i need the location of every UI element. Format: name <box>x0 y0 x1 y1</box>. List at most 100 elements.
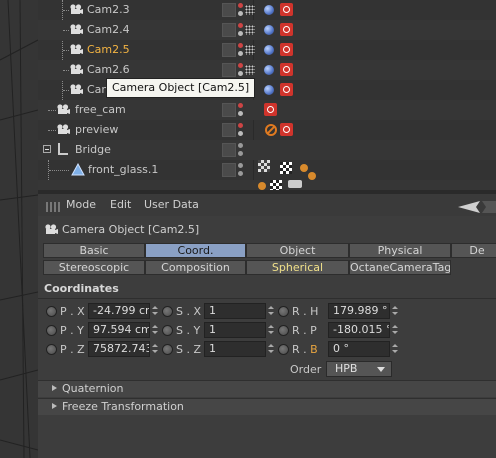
render-visibility-dot[interactable] <box>238 71 243 76</box>
material-tag-icon[interactable] <box>308 172 316 180</box>
enabled-icon[interactable] <box>245 65 255 75</box>
layer-box[interactable] <box>222 103 236 117</box>
phong-tag-icon[interactable] <box>264 5 274 15</box>
object-row[interactable] <box>38 180 496 190</box>
object-row[interactable]: Cam2.3 <box>38 0 496 20</box>
layer-box[interactable] <box>222 63 236 77</box>
menu-user-data[interactable]: User Data <box>144 198 199 211</box>
animate-radio[interactable] <box>46 306 57 317</box>
animate-radio[interactable] <box>46 344 57 355</box>
octane-camera-tag-icon[interactable] <box>280 43 293 56</box>
material-tag-icon[interactable] <box>258 160 270 172</box>
octane-camera-tag-icon[interactable] <box>264 103 277 116</box>
layer-box[interactable] <box>222 3 236 17</box>
pos-z-field[interactable]: 75872.743 <box>88 341 150 357</box>
editor-visibility-dot[interactable] <box>238 3 243 8</box>
animate-radio[interactable] <box>162 306 173 317</box>
editor-visibility-dot[interactable] <box>238 163 243 168</box>
object-row[interactable]: Cam2.4 <box>38 20 496 40</box>
enabled-icon[interactable] <box>245 25 255 35</box>
animate-radio[interactable] <box>162 325 173 336</box>
editor-visibility-dot[interactable] <box>238 43 243 48</box>
render-visibility-dot[interactable] <box>238 31 243 36</box>
octane-camera-tag-icon[interactable] <box>280 3 293 16</box>
layer-box[interactable] <box>222 143 236 157</box>
animate-radio[interactable] <box>46 325 57 336</box>
scale-z-stepper[interactable] <box>267 341 275 357</box>
object-row[interactable]: front_glass.1 <box>38 160 496 180</box>
phong-tag-icon[interactable] <box>264 25 274 35</box>
object-row[interactable]: Bridge <box>38 140 496 160</box>
back-arrow-icon[interactable] <box>458 200 496 214</box>
layer-box[interactable] <box>222 43 236 57</box>
render-visibility-dot[interactable] <box>238 51 243 56</box>
menu-mode[interactable]: Mode <box>66 198 96 211</box>
editor-visibility-dot[interactable] <box>238 23 243 28</box>
phong-tag-icon[interactable] <box>264 85 274 95</box>
editor-visibility-dot[interactable] <box>238 103 243 108</box>
object-row[interactable]: free_cam <box>38 100 496 120</box>
editor-visibility-dot[interactable] <box>238 143 243 148</box>
scale-z-field[interactable]: 1 <box>204 341 266 357</box>
rot-b-field[interactable]: 0 ° <box>328 341 390 357</box>
editor-visibility-dot[interactable] <box>238 63 243 68</box>
editor-visibility-dot[interactable] <box>238 123 243 128</box>
tab-octane-camera-tag[interactable]: OctaneCameraTag <box>349 260 451 275</box>
animate-radio[interactable] <box>278 344 289 355</box>
render-visibility-dot[interactable] <box>238 131 243 136</box>
tab-composition[interactable]: Composition <box>145 260 246 275</box>
layer-box[interactable] <box>222 23 236 37</box>
scale-x-field[interactable]: 1 <box>204 303 266 319</box>
rot-h-field[interactable]: 179.989 ° <box>328 303 390 319</box>
render-visibility-dot[interactable] <box>238 151 243 156</box>
octane-camera-tag-icon[interactable] <box>280 23 293 36</box>
animate-radio[interactable] <box>278 306 289 317</box>
rot-b-stepper[interactable] <box>391 341 399 357</box>
tab-stereoscopic[interactable]: Stereoscopic <box>43 260 145 275</box>
octane-camera-tag-icon[interactable] <box>280 123 293 136</box>
octane-camera-tag-icon[interactable] <box>280 63 293 76</box>
tab-spherical[interactable]: Spherical <box>246 260 349 275</box>
object-row[interactable]: Cam2.6 <box>38 60 496 80</box>
pos-y-field[interactable]: 97.594 cm <box>88 322 150 338</box>
animate-radio[interactable] <box>278 325 289 336</box>
scale-x-stepper[interactable] <box>267 303 275 319</box>
rot-p-field[interactable]: -180.015 ° <box>328 322 390 338</box>
order-select[interactable]: HPB <box>326 361 392 377</box>
rot-p-stepper[interactable] <box>391 322 399 338</box>
layer-box[interactable] <box>222 123 236 137</box>
pos-x-field[interactable]: -24.799 cr <box>88 303 150 319</box>
pos-z-stepper[interactable] <box>151 341 159 357</box>
menu-edit[interactable]: Edit <box>110 198 131 211</box>
scale-y-field[interactable]: 1 <box>204 322 266 338</box>
phong-tag-icon[interactable] <box>264 45 274 55</box>
tab-coord[interactable]: Coord. <box>145 243 246 258</box>
quaternion-section[interactable]: Quaternion <box>38 380 496 397</box>
octane-camera-tag-icon[interactable] <box>280 83 293 96</box>
phong-tag-icon[interactable] <box>264 65 274 75</box>
object-row-selected[interactable]: Cam2.5 <box>38 40 496 60</box>
enabled-icon[interactable] <box>245 45 255 55</box>
attribute-manager[interactable]: Mode Edit User Data Camera Object [Cam2.… <box>38 190 496 458</box>
render-visibility-dot[interactable] <box>238 171 243 176</box>
pos-y-stepper[interactable] <box>151 322 159 338</box>
layer-box[interactable] <box>222 163 236 177</box>
tab-basic[interactable]: Basic <box>43 243 145 258</box>
scale-y-stepper[interactable] <box>267 322 275 338</box>
tab-physical[interactable]: Physical <box>349 243 451 258</box>
collapse-toggle[interactable] <box>43 145 51 153</box>
pos-x-stepper[interactable] <box>151 303 159 319</box>
tab-details[interactable]: De <box>451 243 496 258</box>
material-tag-icon[interactable] <box>280 162 292 174</box>
protection-tag-icon[interactable] <box>265 124 277 136</box>
render-visibility-dot[interactable] <box>238 111 243 116</box>
animate-radio[interactable] <box>162 344 173 355</box>
tab-object[interactable]: Object <box>246 243 349 258</box>
object-row[interactable]: preview <box>38 120 496 140</box>
freeze-transformation-section[interactable]: Freeze Transformation <box>38 398 496 415</box>
enabled-icon[interactable] <box>245 5 255 15</box>
material-tag-icon[interactable] <box>300 164 308 172</box>
grip-icon[interactable] <box>46 202 60 212</box>
render-visibility-dot[interactable] <box>238 11 243 16</box>
rot-h-stepper[interactable] <box>391 303 399 319</box>
